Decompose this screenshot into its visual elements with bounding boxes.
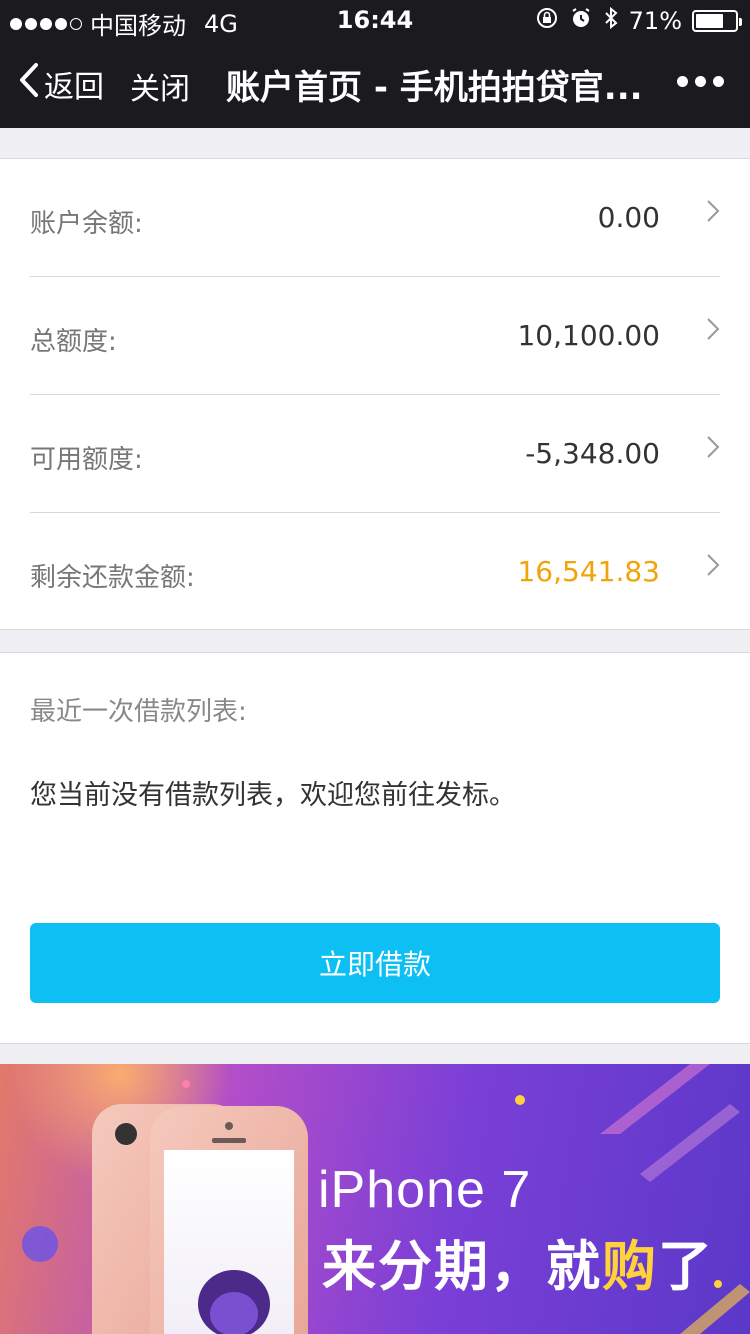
nav-bar: 返回 关闭 账户首页 - 手机拍拍贷官... [0,40,750,128]
orientation-lock-icon [535,6,559,36]
status-right: 71% [535,6,742,36]
account-summary-card: 账户余额: 0.00 总额度: 10,100.00 可用额度: -5,348.0… [0,158,750,630]
chevron-right-icon [706,199,720,227]
promo-slogan-highlight: 购 [602,1235,658,1298]
promo-slogan-prefix: 来分期，就 [322,1235,602,1298]
promo-banner-slogan: 来分期，就购了 [322,1222,714,1301]
empty-loans-message: 您当前没有借款列表，欢迎您前往发标。 [30,780,516,811]
chevron-right-icon [706,435,720,463]
account-balance-value: 0.00 [597,201,660,234]
chevron-right-icon [706,553,720,581]
battery-icon [692,10,742,32]
account-balance-row[interactable]: 账户余额: 0.00 [30,159,720,277]
remaining-repayment-label: 剩余还款金额: [30,563,195,593]
remaining-repayment-value: 16,541.83 [517,555,660,588]
promo-banner[interactable]: iPhone 7 来分期，就购了 [0,1064,750,1334]
page-title: 账户首页 - 手机拍拍贷官... [226,68,643,108]
back-button[interactable]: 返回 [18,62,104,106]
more-dots-icon[interactable] [677,76,724,87]
back-label: 返回 [44,70,104,105]
battery-percent: 71% [628,7,682,35]
available-credit-value: -5,348.00 [525,437,660,470]
remaining-repayment-row[interactable]: 剩余还款金额: 16,541.83 [30,513,720,631]
total-credit-label: 总额度: [30,327,117,357]
promo-banner-headline: iPhone 7 [318,1161,532,1219]
promo-slogan-suffix: 了 [658,1235,714,1298]
available-credit-label: 可用额度: [30,445,143,475]
borrow-now-button[interactable]: 立即借款 [30,923,720,1003]
total-credit-row[interactable]: 总额度: 10,100.00 [30,277,720,395]
available-credit-row[interactable]: 可用额度: -5,348.00 [30,395,720,513]
chevron-right-icon [706,317,720,345]
status-bar: 中国移动 4G 16:44 71% [0,0,750,40]
chevron-left-icon [18,62,44,106]
recent-loans-title: 最近一次借款列表: [30,697,247,727]
total-credit-value: 10,100.00 [517,319,660,352]
close-button[interactable]: 关闭 [130,64,190,108]
account-balance-label: 账户余额: [30,209,143,239]
alarm-icon [569,6,593,36]
bluetooth-icon [603,6,619,36]
recent-loans-card: 最近一次借款列表: 您当前没有借款列表，欢迎您前往发标。 立即借款 [0,652,750,1044]
